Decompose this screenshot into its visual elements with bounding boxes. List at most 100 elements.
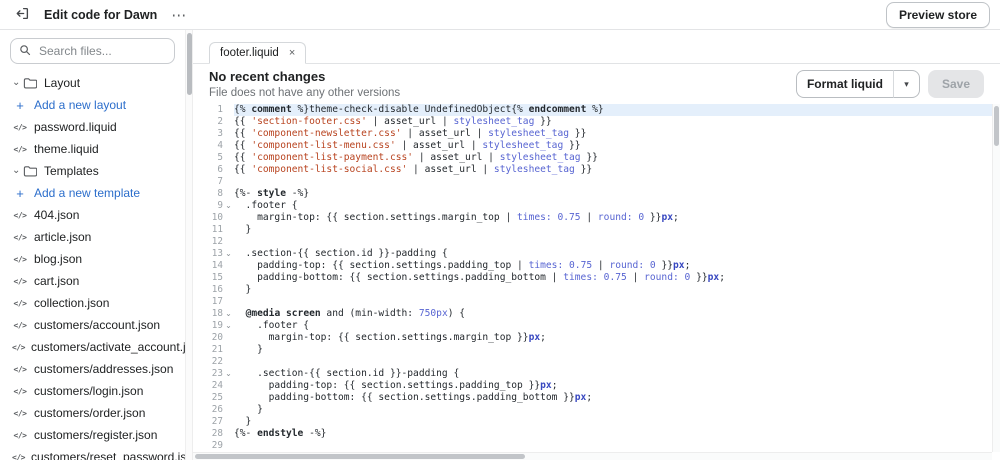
line-number: 12	[211, 236, 223, 247]
fold-gutter	[223, 188, 234, 200]
folder-icon	[22, 165, 38, 177]
code-line-17[interactable]: 17	[193, 296, 992, 308]
tree-item-customers-register-json[interactable]: </> customers/register.json	[0, 424, 185, 446]
tree-item-blog-json[interactable]: </> blog.json	[0, 248, 185, 270]
code-line-11[interactable]: 11 }	[193, 224, 992, 236]
code-line-21[interactable]: 21 }	[193, 344, 992, 356]
fold-icon[interactable]: ⌄	[223, 200, 234, 212]
code-file-icon: </>	[13, 210, 27, 220]
code-lines[interactable]: 1 {% comment %}theme-check-disable Undefi…	[193, 104, 992, 452]
code-line-27[interactable]: 27 }	[193, 416, 992, 428]
line-number: 9	[217, 200, 223, 211]
exit-icon	[15, 6, 30, 24]
code-line-4[interactable]: 4 {{ 'component-list-menu.css' | asset_ur…	[193, 140, 992, 152]
code-text: padding-top: {{ section.settings.padding…	[234, 380, 558, 391]
tree-item-customers-order-json[interactable]: </> customers/order.json	[0, 402, 185, 424]
fold-gutter	[223, 224, 234, 236]
code-text: }	[234, 404, 263, 415]
code-line-16[interactable]: 16 }	[193, 284, 992, 296]
code-file-icon: </>	[13, 232, 27, 242]
sidebar-scrollbar-thumb[interactable]	[187, 33, 192, 95]
code-line-25[interactable]: 25 padding-bottom: {{ section.settings.p…	[193, 392, 992, 404]
search-box[interactable]	[10, 38, 175, 64]
fold-gutter	[223, 152, 234, 164]
code-text: {%- endstyle -%}	[234, 428, 327, 439]
tree-item-password-liquid[interactable]: </> password.liquid	[0, 116, 185, 138]
code-line-3[interactable]: 3 {{ 'component-newsletter.css' | asset_u…	[193, 128, 992, 140]
line-number: 5	[217, 152, 223, 163]
code-line-8[interactable]: 8 {%- style -%}	[193, 188, 992, 200]
code-line-18[interactable]: 18 ⌄ @media screen and (min-width: 750px)…	[193, 308, 992, 320]
tree-item-theme-liquid[interactable]: </> theme.liquid	[0, 138, 185, 160]
tree-item-customers-account-json[interactable]: </> customers/account.json	[0, 314, 185, 336]
code-line-10[interactable]: 10 margin-top: {{ section.settings.margi…	[193, 212, 992, 224]
fold-icon[interactable]: ⌄	[223, 320, 234, 332]
code-line-23[interactable]: 23 ⌄ .section-{{ section.id }}-padding {	[193, 368, 992, 380]
fold-icon[interactable]: ⌄	[223, 308, 234, 320]
tree-item-customers-reset-password-json[interactable]: </> customers/reset_password.json	[0, 446, 185, 460]
tree-item-customers-activate-account-json[interactable]: </> customers/activate_account.json	[0, 336, 185, 358]
tab-footer-liquid[interactable]: footer.liquid ×	[209, 42, 307, 64]
code-line-28[interactable]: 28 {%- endstyle -%}	[193, 428, 992, 440]
code-line-12[interactable]: 12	[193, 236, 992, 248]
horizontal-scrollbar-thumb[interactable]	[195, 454, 525, 459]
topbar: Edit code for Dawn ⋯ Preview store	[0, 0, 1000, 30]
tree-item-templates[interactable]: ⌄ Templates	[0, 160, 185, 182]
vertical-scrollbar-thumb[interactable]	[994, 106, 999, 146]
code-line-29[interactable]: 29	[193, 440, 992, 452]
tree-item-customers-login-json[interactable]: </> customers/login.json	[0, 380, 185, 402]
tree-item-cart-json[interactable]: </> cart.json	[0, 270, 185, 292]
code-text: margin-top: {{ section.settings.margin_t…	[234, 212, 679, 223]
tree-item-collection-json[interactable]: </> collection.json	[0, 292, 185, 314]
code-line-19[interactable]: 19 ⌄ .footer {	[193, 320, 992, 332]
code-line-24[interactable]: 24 padding-top: {{ section.settings.padd…	[193, 380, 992, 392]
tree-item-label: 404.json	[34, 208, 80, 222]
fold-gutter	[223, 236, 234, 248]
tree-item-article-json[interactable]: </> article.json	[0, 226, 185, 248]
format-liquid-button[interactable]: Format liquid	[795, 70, 894, 98]
code-line-7[interactable]: 7	[193, 176, 992, 188]
code-line-13[interactable]: 13 ⌄ .section-{{ section.id }}-padding {	[193, 248, 992, 260]
code-line-9[interactable]: 9 ⌄ .footer {	[193, 200, 992, 212]
format-caret-button[interactable]: ▾	[893, 70, 920, 98]
code-line-15[interactable]: 15 padding-bottom: {{ section.settings.p…	[193, 272, 992, 284]
chevron-down-icon: ⌄	[12, 77, 21, 88]
code-line-5[interactable]: 5 {{ 'component-list-payment.css' | asset…	[193, 152, 992, 164]
tree-item-customers-addresses-json[interactable]: </> customers/addresses.json	[0, 358, 185, 380]
file-tree: ⌄ Layout + Add a new layout </> password.liqu…	[0, 72, 185, 460]
editor-horizontal-scrollbar[interactable]	[193, 452, 992, 460]
code-text: }	[234, 224, 252, 235]
code-line-6[interactable]: 6 {{ 'component-list-social.css' | asset_…	[193, 164, 992, 176]
tab-close-icon[interactable]: ×	[289, 47, 295, 59]
code-editor[interactable]: 1 {% comment %}theme-check-disable Undefi…	[193, 104, 1000, 460]
exit-button[interactable]	[10, 4, 34, 26]
code-line-1[interactable]: 1 {% comment %}theme-check-disable Undefi…	[193, 104, 992, 116]
overflow-menu-button[interactable]: ⋯	[167, 4, 191, 26]
fold-icon[interactable]: ⌄	[223, 368, 234, 380]
code-line-2[interactable]: 2 {{ 'section-footer.css' | asset_url | s…	[193, 116, 992, 128]
search-input[interactable]	[37, 43, 166, 59]
tree-item-layout[interactable]: ⌄ Layout	[0, 72, 185, 94]
code-text: padding-bottom: {{ section.settings.padd…	[234, 392, 593, 403]
code-file-icon: </>	[12, 452, 25, 460]
code-text: }	[234, 416, 252, 427]
line-number: 15	[211, 272, 223, 283]
preview-store-button[interactable]: Preview store	[885, 1, 990, 28]
code-line-20[interactable]: 20 margin-top: {{ section.settings.margi…	[193, 332, 992, 344]
code-line-26[interactable]: 26 }	[193, 404, 992, 416]
tree-item-add-a-new-template[interactable]: + Add a new template	[0, 182, 185, 204]
fold-icon[interactable]: ⌄	[223, 248, 234, 260]
sidebar-scrollbar[interactable]	[185, 30, 192, 460]
code-line-14[interactable]: 14 padding-top: {{ section.settings.padd…	[193, 260, 992, 272]
code-line-22[interactable]: 22	[193, 356, 992, 368]
tree-item-add-a-new-layout[interactable]: + Add a new layout	[0, 94, 185, 116]
code-file-icon: </>	[13, 144, 27, 154]
editor-vertical-scrollbar[interactable]	[992, 104, 1000, 452]
tree-item-label: Add a new layout	[34, 98, 127, 112]
save-button[interactable]: Save	[927, 70, 984, 98]
search-icon	[19, 44, 31, 59]
tree-item-label: customers/reset_password.json	[30, 450, 185, 460]
tree-item-404-json[interactable]: </> 404.json	[0, 204, 185, 226]
